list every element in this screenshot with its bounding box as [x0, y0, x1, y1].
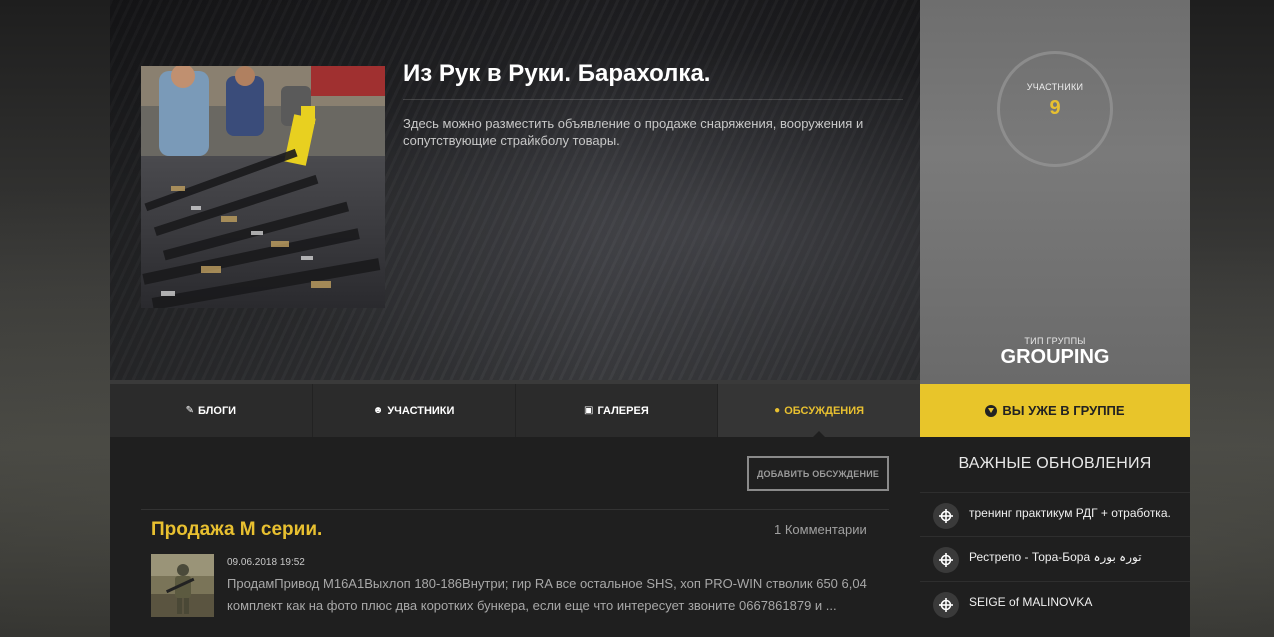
discussion-excerpt: ПродамПривод М16А1Выхлоп 180-186Внутри; … — [227, 576, 867, 613]
members-count: 9 — [1049, 97, 1061, 119]
discussions-panel: Добавить обсуждение Продажа М серии. 1 К… — [110, 437, 920, 637]
update-item[interactable]: тренинг практикум РДГ + отработка. — [920, 492, 1190, 536]
content-divider — [141, 509, 889, 510]
discussion-date: 09.06.2018 19:52 — [227, 557, 305, 568]
tab-gallery[interactable]: ▣ Галерея — [516, 384, 719, 437]
update-item[interactable]: Рестрепо - Тора-Бора تورہ بورہ — [920, 536, 1190, 580]
tab-members-label: Участники — [387, 404, 455, 417]
group-stats-panel: Участники 9 Тип группы GROUPING — [920, 0, 1190, 384]
members-label: Участники — [1026, 82, 1084, 92]
group-header-cover: Из Рук в Руки. Барахолка. Здесь можно ра… — [110, 0, 920, 384]
tab-discussions-label: Обсуждения — [784, 404, 865, 417]
tab-discussions[interactable]: ● Обсуждения — [718, 384, 920, 438]
tab-blogs[interactable]: ✎ Блоги — [110, 384, 313, 437]
add-discussion-button[interactable]: Добавить обсуждение — [747, 456, 889, 491]
arrow-circle-down-icon — [985, 404, 998, 417]
discussion-title-link[interactable]: Продажа М серии. — [151, 519, 322, 541]
update-item-label: тренинг практикум РДГ + отработка. — [969, 506, 1171, 520]
tab-blogs-label: Блоги — [198, 404, 237, 417]
group-tabs: ✎ Блоги ☻ Участники ▣ Галерея ● Обсужден… — [110, 384, 920, 438]
edit-icon: ✎ — [185, 405, 195, 416]
picture-icon: ▣ — [584, 405, 594, 416]
crosshair-icon — [933, 503, 959, 529]
comments-icon: ● — [774, 405, 781, 416]
crosshair-icon — [933, 592, 959, 618]
update-item-label: Рестрепо - Тора-Бора تورہ بورہ — [969, 550, 1142, 564]
members-count-circle: Участники 9 — [997, 51, 1113, 167]
tab-gallery-label: Галерея — [597, 404, 649, 417]
author-avatar[interactable] — [151, 554, 214, 617]
comment-count[interactable]: 1 Комментарии — [774, 522, 867, 537]
join-status-button[interactable]: Вы уже в группе — [920, 384, 1190, 437]
group-page: Из Рук в Руки. Барахолка. Здесь можно ра… — [110, 0, 1190, 637]
group-description: Здесь можно разместить объявление о прод… — [403, 116, 864, 148]
title-divider — [403, 99, 903, 100]
group-type-label: Тип группы — [1024, 336, 1086, 346]
update-item[interactable]: SEIGE of MALINOVKA — [920, 581, 1190, 625]
update-item-label: SEIGE of MALINOVKA — [969, 595, 1093, 609]
crosshair-icon — [933, 547, 959, 573]
important-updates-sidebar: Важные обновления тренинг практикум РДГ … — [920, 437, 1190, 637]
tab-members[interactable]: ☻ Участники — [313, 384, 516, 437]
sidebar-heading: Важные обновления — [958, 455, 1152, 472]
soldier-photo — [151, 554, 214, 617]
join-status-label: Вы уже в группе — [1002, 403, 1125, 418]
group-title: Из Рук в Руки. Барахолка. — [403, 60, 711, 87]
users-icon: ☻ — [372, 405, 384, 416]
group-type-value: GROUPING — [1000, 346, 1110, 368]
group-avatar[interactable] — [141, 66, 385, 308]
gun-show-photo — [141, 66, 385, 308]
